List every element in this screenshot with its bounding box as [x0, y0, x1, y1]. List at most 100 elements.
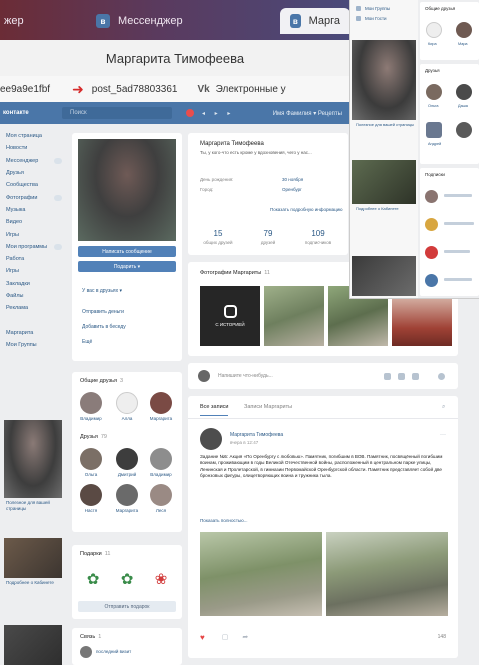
nav-item[interactable]: Игры [0, 265, 68, 277]
avatar[interactable] [116, 448, 138, 470]
photo-thumbnail[interactable] [264, 286, 324, 346]
post-composer[interactable]: Напишите что-нибудь... [188, 363, 458, 389]
overlay-menu-item[interactable]: Мои Гости [356, 16, 387, 21]
common-friends-title[interactable]: Общие друзья 3 [80, 378, 123, 384]
ad-caption[interactable]: Подробнее о Кабинете [6, 580, 62, 586]
search-icon[interactable]: ⌕ [442, 404, 445, 411]
browser-tab-active[interactable]: в Марга [280, 8, 350, 34]
rose-gift-icon[interactable]: ❀ [150, 567, 172, 593]
avatar[interactable] [426, 22, 442, 38]
stat-common-friends[interactable]: 15 общих друзей [198, 229, 238, 245]
friend-name[interactable]: Андрей [428, 142, 441, 146]
stat-friends[interactable]: 79 друзей [248, 229, 288, 245]
add-to-chat-link[interactable]: Добавить в беседу [82, 324, 126, 330]
ad-photo[interactable] [4, 625, 62, 665]
tab-all-posts[interactable]: Все записи [200, 404, 229, 416]
flower-gift-icon[interactable]: ✿ [116, 567, 138, 593]
friend-name[interactable]: Кира [428, 42, 437, 46]
video-attach-icon[interactable] [398, 373, 405, 380]
avatar[interactable] [80, 392, 102, 414]
nav-item[interactable]: Работа [0, 253, 68, 265]
avatar[interactable] [456, 84, 472, 100]
comment-icon[interactable]: ▢ [222, 633, 229, 641]
avatar[interactable] [80, 484, 102, 506]
overlay-photo[interactable] [352, 160, 416, 204]
friends-title[interactable]: Друзья 79 [80, 434, 107, 440]
browser-tab[interactable]: жер [4, 8, 24, 34]
write-message-button[interactable]: Написать сообщение [78, 246, 176, 257]
search-input[interactable]: Поиск [62, 107, 172, 119]
avatar[interactable] [116, 484, 138, 506]
friend-name[interactable]: Маргарита [112, 508, 142, 513]
profile-status[interactable]: Ты, у кого-что есть кроме у вдохновения,… [200, 150, 345, 155]
flower-gift-icon[interactable]: ✿ [82, 567, 104, 593]
gift-dropdown-button[interactable]: Подарить ▾ [78, 261, 176, 272]
avatar[interactable] [426, 122, 442, 138]
friend-name[interactable]: Настя [76, 508, 106, 513]
nav-item[interactable]: Игры [0, 228, 68, 240]
avatar[interactable] [425, 190, 438, 203]
friend-name[interactable]: Алла [112, 416, 142, 421]
overlay-photo[interactable] [352, 40, 416, 120]
subscription-label[interactable] [444, 278, 472, 281]
nav-item[interactable]: Реклама [0, 302, 68, 314]
post-date[interactable]: вчера в 12:47 [230, 440, 258, 445]
photos-title[interactable]: Фотографии Маргариты 11 [200, 270, 270, 276]
ad-photo[interactable] [4, 538, 62, 578]
avatar[interactable] [200, 428, 222, 450]
friend-name[interactable]: Маргарита [146, 416, 176, 421]
nav-item[interactable]: Мои программы [0, 241, 68, 253]
stat-followers[interactable]: 109 подписчиков [298, 229, 338, 245]
avatar[interactable] [425, 274, 438, 287]
nav-item[interactable]: Видео [0, 216, 68, 228]
friend-name[interactable]: Владимир [146, 472, 176, 477]
settings-icon[interactable] [438, 373, 445, 380]
overlay-caption[interactable]: Полезное для вашей страницы [356, 122, 414, 127]
nav-item[interactable]: Друзья [0, 167, 68, 179]
ad-photo[interactable] [4, 420, 62, 498]
tab-own-posts[interactable]: Записи Маргариты [244, 404, 292, 410]
send-money-link[interactable]: Отправить деньги [82, 309, 124, 315]
music-attach-icon[interactable] [412, 373, 419, 380]
story-button[interactable]: С ИСТОРИЕЙ [200, 286, 260, 346]
avatar[interactable] [150, 448, 172, 470]
friend-name[interactable]: Дмитрий [112, 472, 142, 477]
player-controls-icon[interactable]: ◂ ▸ ▸ [202, 110, 234, 117]
nav-item[interactable]: Моя страница [0, 130, 68, 142]
avatar[interactable] [150, 484, 172, 506]
post-image[interactable] [200, 532, 322, 616]
nav-item[interactable]: Сообщества [0, 179, 68, 191]
overlay-box-title[interactable]: Общие друзья [425, 6, 455, 11]
friend-name[interactable]: Леся [146, 508, 176, 513]
nav-item[interactable]: Фотографии [0, 191, 68, 203]
post-id[interactable]: post_5ad78803361 [92, 84, 178, 95]
url-fragment[interactable]: ee9a9e1fbf [0, 84, 50, 95]
nav-item[interactable]: Мессенджер [0, 155, 68, 167]
user-menu[interactable]: Имя Фамилия ▾ Рецепты [273, 110, 350, 117]
gifts-title[interactable]: Подарки 11 [80, 551, 110, 557]
connection-item[interactable]: последний визит [96, 649, 131, 654]
more-link[interactable]: Ещё [82, 339, 92, 345]
notifications-icon[interactable] [186, 109, 194, 117]
nav-item[interactable]: Закладки [0, 278, 68, 290]
subscription-label[interactable] [444, 250, 470, 253]
post-image[interactable] [326, 532, 448, 616]
friend-status-link[interactable]: У вас в друзьях ▾ [82, 288, 122, 294]
nav-item[interactable]: Файлы [0, 290, 68, 302]
nav-item[interactable]: Мои Группы [0, 339, 68, 351]
subscription-label[interactable] [444, 194, 472, 197]
vk-logo[interactable]: контакте [0, 110, 62, 116]
avatar[interactable] [80, 448, 102, 470]
share-icon[interactable]: ➦ [242, 633, 248, 641]
like-icon[interactable]: ♥ [200, 633, 205, 642]
show-more-link[interactable]: Показать полностью... [200, 518, 248, 523]
profile-photo[interactable] [78, 139, 176, 241]
avatar[interactable] [456, 122, 472, 138]
avatar[interactable] [425, 246, 438, 259]
photo-attach-icon[interactable] [384, 373, 391, 380]
nav-item[interactable]: Маргарита [0, 326, 68, 338]
avatar[interactable] [150, 392, 172, 414]
friend-name[interactable]: Мара [458, 42, 468, 46]
friend-name[interactable]: Ольга [76, 472, 106, 477]
nav-item[interactable]: Новости [0, 142, 68, 154]
